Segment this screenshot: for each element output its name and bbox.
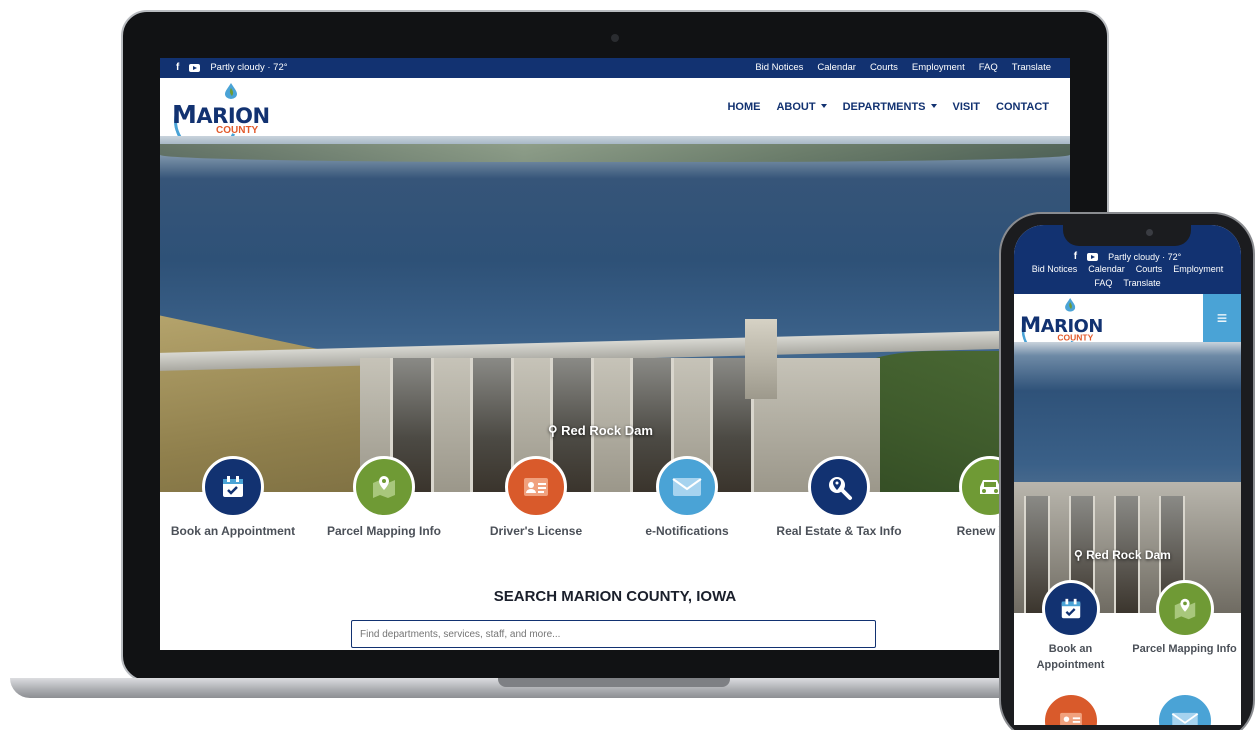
calendar-check-icon <box>1041 580 1100 638</box>
phone-camera <box>1146 229 1153 236</box>
phone-hero-caption-text: Red Rock Dam <box>1086 548 1171 562</box>
nav-home[interactable]: HOME <box>727 101 760 113</box>
nav-about-label: ABOUT <box>776 101 816 113</box>
quick-link-real-estate-tax[interactable]: Real Estate & Tax Info <box>764 456 914 538</box>
phone-quick-link-label: Parcel Mapping Info <box>1132 643 1237 655</box>
id-card-icon <box>505 456 567 518</box>
phone-hero-caption: ⚲ Red Rock Dam <box>1074 548 1171 562</box>
id-card-icon <box>1041 692 1100 725</box>
phone-social-row: f Partly cloudy · 72° <box>1014 251 1241 262</box>
phone-utility-links-2: FAQ Translate <box>1014 278 1241 288</box>
map-pin-icon <box>1155 580 1214 638</box>
hero-far-shore <box>160 144 1070 162</box>
phone-link-bid-notices[interactable]: Bid Notices <box>1032 264 1078 274</box>
phone-notch <box>1063 220 1191 246</box>
phone-link-courts[interactable]: Courts <box>1136 264 1163 274</box>
phone-link-calendar[interactable]: Calendar <box>1088 264 1125 274</box>
main-nav: HOME ABOUT DEPARTMENTS VISIT CONTACT <box>727 101 1049 113</box>
phone-quick-link-book-appointment[interactable]: Book an Appointment <box>1014 580 1127 674</box>
youtube-icon[interactable] <box>1087 252 1099 261</box>
quick-link-parcel-mapping[interactable]: Parcel Mapping Info <box>309 456 459 538</box>
magnifier-pin-icon <box>808 456 870 518</box>
utility-link-translate[interactable]: Translate <box>1012 62 1051 73</box>
leaf-drop-icon <box>225 83 237 99</box>
location-pin-icon: ⚲ <box>1074 548 1083 562</box>
utility-bar: f Partly cloudy · 72° Bid Notices Calend… <box>160 58 1070 78</box>
marion-county-logo[interactable]: MARION COUNTY IOWA <box>1014 295 1103 366</box>
map-pin-icon <box>353 456 415 518</box>
social-links: f Partly cloudy · 72° <box>176 62 288 73</box>
hamburger-menu-icon[interactable]: ≡ <box>1203 294 1241 342</box>
envelope-icon <box>656 456 718 518</box>
calendar-check-icon <box>202 456 264 518</box>
laptop-screen: f Partly cloudy · 72° Bid Notices Calend… <box>160 58 1070 650</box>
envelope-icon <box>1155 692 1214 725</box>
quick-link-book-appointment[interactable]: Book an Appointment <box>160 456 308 538</box>
device-mockup-stage: f Partly cloudy · 72° Bid Notices Calend… <box>0 0 1257 730</box>
quick-link-label: Driver's License <box>489 524 583 538</box>
weather-text: Partly cloudy · 72° <box>210 62 288 73</box>
leaf-drop-icon <box>1065 298 1076 312</box>
phone-quick-links: Book an Appointment Parcel Mapping Info <box>1014 580 1241 725</box>
phone-quick-link-e-notifications[interactable] <box>1128 692 1241 725</box>
quick-link-label: Parcel Mapping Info <box>326 524 441 538</box>
chevron-down-icon <box>930 104 937 108</box>
phone-weather-text: Partly cloudy · 72° <box>1108 251 1182 262</box>
utility-link-faq[interactable]: FAQ <box>979 62 998 73</box>
search-title: SEARCH MARION COUNTY, IOWA <box>493 588 737 605</box>
nav-departments[interactable]: DEPARTMENTS <box>843 101 937 113</box>
hero-caption-text: Red Rock Dam <box>561 423 653 438</box>
phone-link-translate[interactable]: Translate <box>1123 278 1160 288</box>
phone-link-faq[interactable]: FAQ <box>1094 278 1112 288</box>
nav-contact[interactable]: CONTACT <box>996 101 1049 113</box>
nav-about[interactable]: ABOUT <box>776 101 827 113</box>
quick-link-label: e-Notifications <box>645 524 729 538</box>
quick-links: Book an Appointment Parcel Mapping Info … <box>160 456 1070 556</box>
utility-link-employment[interactable]: Employment <box>912 62 965 73</box>
facebook-icon[interactable]: f <box>1074 251 1077 262</box>
phone-utility-links: Bid Notices Calendar Courts Employment <box>1014 264 1241 274</box>
quick-link-label: Real Estate & Tax Info <box>776 524 902 538</box>
laptop-notch <box>498 678 730 687</box>
site-header: MARION COUNTY IOWA HOME ABOUT DEPARTMENT… <box>160 78 1070 163</box>
phone-hero-image: ⚲ Red Rock Dam <box>1014 342 1241 613</box>
phone-link-employment[interactable]: Employment <box>1173 264 1223 274</box>
phone-screen: f Partly cloudy · 72° Bid Notices Calend… <box>1014 225 1241 725</box>
quick-link-drivers-license[interactable]: Driver's License <box>461 456 611 538</box>
utility-link-courts[interactable]: Courts <box>870 62 898 73</box>
quick-link-label: Book an Appointment <box>170 524 296 538</box>
quick-link-e-notifications[interactable]: e-Notifications <box>612 456 762 538</box>
nav-departments-label: DEPARTMENTS <box>842 101 926 113</box>
utility-link-calendar[interactable]: Calendar <box>817 62 856 73</box>
phone-quick-link-label: Book an Appointment <box>1036 643 1105 671</box>
phone-quick-link-drivers-license[interactable] <box>1014 692 1127 725</box>
utility-link-bid-notices[interactable]: Bid Notices <box>755 62 803 73</box>
laptop-camera <box>611 34 619 42</box>
nav-visit[interactable]: VISIT <box>953 101 981 113</box>
phone-quick-link-parcel-mapping[interactable]: Parcel Mapping Info <box>1128 580 1241 658</box>
hero-dam-tower <box>745 319 777 399</box>
youtube-icon[interactable] <box>189 63 201 72</box>
facebook-icon[interactable]: f <box>176 62 179 73</box>
phone-header: MARION COUNTY IOWA ≡ <box>1014 294 1241 366</box>
location-pin-icon: ⚲ <box>548 423 558 438</box>
search-input[interactable] <box>351 620 876 648</box>
chevron-down-icon <box>820 104 827 108</box>
hero-image: ⚲ Red Rock Dam <box>160 136 1070 492</box>
logo-county: COUNTY <box>216 125 259 136</box>
hero-caption: ⚲ Red Rock Dam <box>548 423 653 439</box>
utility-links: Bid Notices Calendar Courts Employment F… <box>755 62 1051 73</box>
